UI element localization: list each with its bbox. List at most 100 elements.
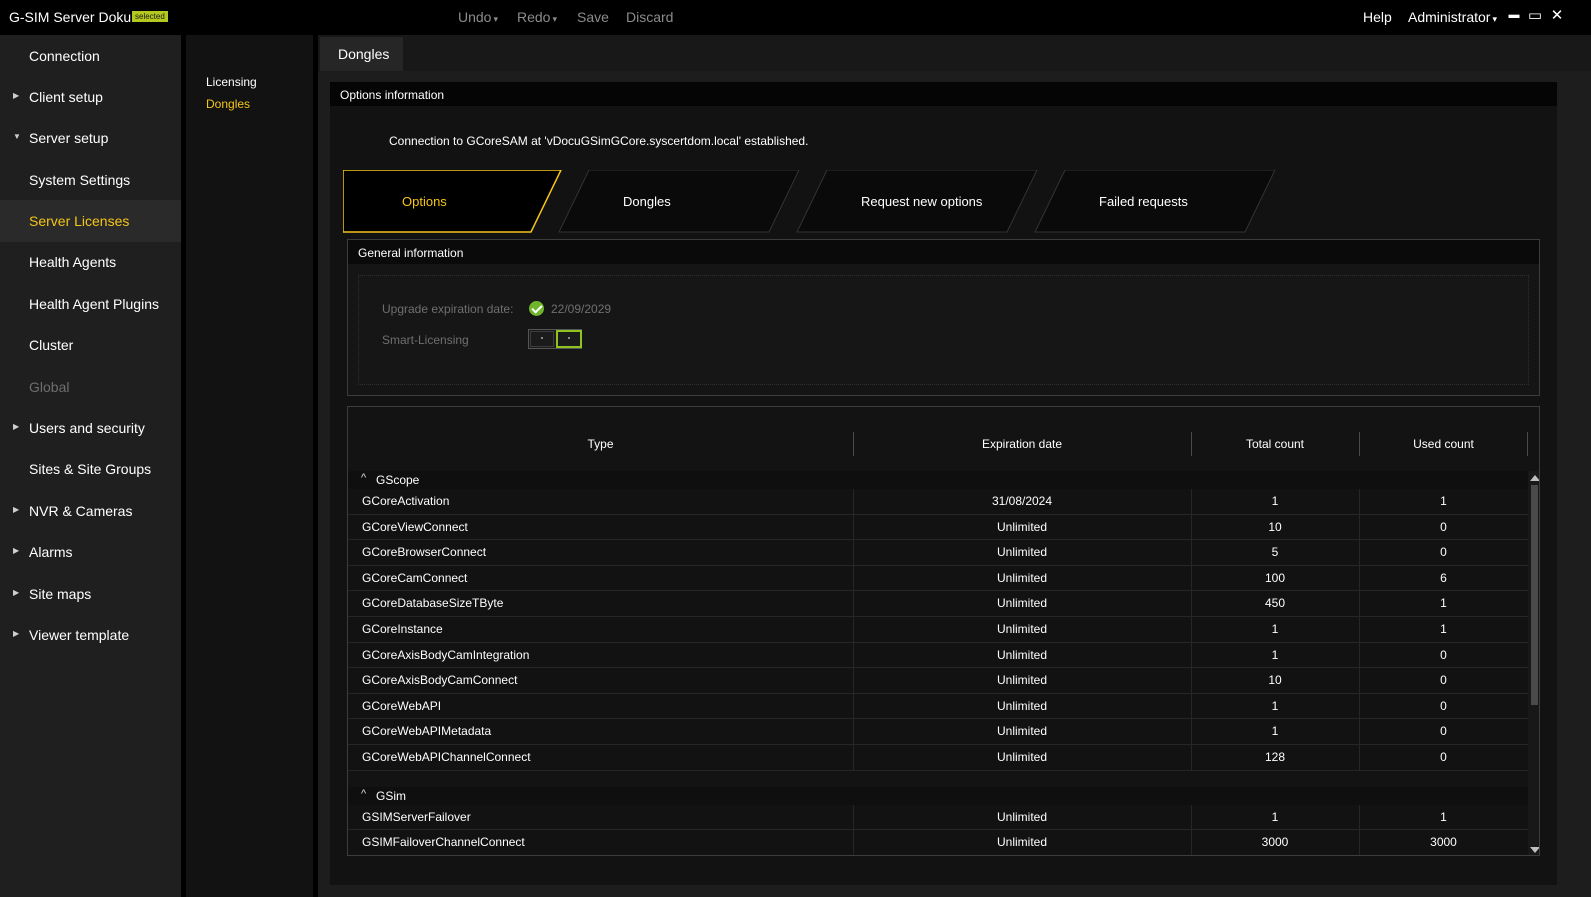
table-row[interactable]: GSIMServerFailover Unlimited 1 1 bbox=[348, 804, 1528, 831]
sidebar-item-nvr-and-cameras[interactable]: ▶ NVR & Cameras bbox=[0, 490, 181, 532]
sidebar-item-health-agents[interactable]: Health Agents bbox=[0, 241, 181, 283]
table-row[interactable]: GCoreWebAPIChannelConnect Unlimited 128 0 bbox=[348, 745, 1528, 771]
collapse-chevron-icon[interactable]: ^ bbox=[361, 472, 366, 484]
cell-used-count: 0 bbox=[1440, 673, 1447, 688]
discard-button[interactable]: Discard bbox=[626, 9, 673, 25]
group-header-gscope[interactable]: ^ GScope bbox=[348, 471, 1528, 489]
sidebar-item-server-setup[interactable]: ▼ Server setup bbox=[0, 117, 181, 159]
expand-arrow-icon[interactable]: ▶ bbox=[13, 588, 19, 597]
expand-arrow-icon[interactable]: ▶ bbox=[13, 91, 19, 100]
minimize-icon[interactable]: ▬ bbox=[1505, 9, 1523, 21]
tab-options[interactable]: Options bbox=[402, 194, 447, 209]
column-header-type[interactable]: Type bbox=[348, 437, 853, 451]
tab-options-shape[interactable] bbox=[343, 170, 562, 233]
close-icon[interactable]: ✕ bbox=[1548, 6, 1566, 24]
content-area: Dongles Options information Connection t… bbox=[318, 35, 1591, 897]
general-information-box: General information Upgrade expiration d… bbox=[347, 239, 1540, 396]
table-row[interactable]: GCoreWebAPI Unlimited 1 0 bbox=[348, 693, 1528, 720]
column-header-total-count[interactable]: Total count bbox=[1191, 437, 1359, 451]
sidebar-item-health-agent-plugins[interactable]: Health Agent Plugins bbox=[0, 283, 181, 325]
column-header-used-count[interactable]: Used count bbox=[1359, 437, 1528, 451]
tab-dongles-shape[interactable] bbox=[558, 170, 800, 233]
subnav-item-licensing[interactable]: Licensing bbox=[206, 75, 257, 89]
page-tabstrip: Dongles bbox=[318, 35, 1591, 71]
column-header-expiration-date[interactable]: Expiration date bbox=[853, 437, 1191, 451]
user-caret-icon: ▾ bbox=[1492, 14, 1497, 24]
sidebar-item-client-setup[interactable]: ▶ Client setup bbox=[0, 76, 181, 118]
table-row[interactable]: GCoreActivation 31/08/2024 1 1 bbox=[348, 489, 1528, 515]
main-sidebar: Connection ▶ Client setup ▼ Server setup S… bbox=[0, 35, 181, 897]
smart-licensing-toggle[interactable] bbox=[528, 329, 582, 349]
cell-total-count: 3000 bbox=[1261, 835, 1289, 850]
cell-total-count: 128 bbox=[1264, 750, 1286, 764]
sidebar-item-label: Users and security bbox=[29, 420, 145, 436]
table-row[interactable]: GCoreCamConnect Unlimited 100 6 bbox=[348, 565, 1528, 592]
redo-label: Redo bbox=[517, 9, 551, 25]
app-title: G-SIM Server Doku bbox=[9, 9, 132, 25]
scroll-up-icon[interactable] bbox=[1530, 475, 1539, 481]
sidebar-item-viewer-template[interactable]: ▶ Viewer template bbox=[0, 614, 181, 656]
cell-type: GCoreViewConnect bbox=[362, 519, 468, 534]
cell-type: GSIMServerFailover bbox=[362, 809, 471, 824]
cell-type: GCoreAxisBodyCamIntegration bbox=[362, 647, 530, 662]
table-row[interactable]: GCoreInstance Unlimited 1 1 bbox=[348, 617, 1528, 643]
sidebar-item-global: Global bbox=[0, 366, 181, 408]
sidebar-item-system-settings[interactable]: System Settings bbox=[0, 159, 181, 201]
cell-used-count: 6 bbox=[1440, 570, 1447, 585]
sidebar-item-users-and-security[interactable]: ▶ Users and security bbox=[0, 407, 181, 449]
undo-dropdown-icon[interactable]: ▾ bbox=[493, 14, 498, 24]
expand-arrow-icon[interactable]: ▶ bbox=[13, 629, 19, 638]
sidebar-item-alarms[interactable]: ▶ Alarms bbox=[0, 531, 181, 573]
sidebar-item-sites-and-site-groups[interactable]: Sites & Site Groups bbox=[0, 448, 181, 490]
general-information-header: General information bbox=[348, 240, 1539, 264]
sidebar-item-label: Cluster bbox=[29, 337, 74, 353]
table-row[interactable]: GCoreViewConnect Unlimited 10 0 bbox=[348, 514, 1528, 541]
tab-failed-requests[interactable]: Failed requests bbox=[1099, 194, 1188, 209]
maximize-icon[interactable]: ▭ bbox=[1526, 6, 1544, 24]
cell-used-count: 0 bbox=[1440, 545, 1447, 560]
sidebar-item-label: Alarms bbox=[29, 544, 73, 560]
sidebar-item-label: Connection bbox=[29, 48, 100, 64]
cell-total-count: 100 bbox=[1264, 570, 1286, 585]
expand-arrow-icon[interactable]: ▶ bbox=[13, 505, 19, 514]
tab-request-new-options[interactable]: Request new options bbox=[861, 194, 982, 209]
expand-arrow-icon[interactable]: ▶ bbox=[13, 422, 19, 431]
table-row[interactable]: GCoreWebAPIMetadata Unlimited 1 0 bbox=[348, 719, 1528, 745]
sidebar-item-cluster[interactable]: Cluster bbox=[0, 324, 181, 366]
redo-button[interactable]: Redo ▾ bbox=[517, 9, 557, 25]
table-row[interactable]: GSIMFailoverChannelConnect Unlimited 3000 3… bbox=[348, 830, 1528, 855]
table-header: Type Expiration date Total count Used co… bbox=[348, 407, 1528, 471]
collapse-chevron-icon[interactable]: ^ bbox=[361, 788, 366, 800]
tab-dongles[interactable]: Dongles bbox=[320, 37, 403, 71]
cell-used-count: 0 bbox=[1440, 750, 1447, 764]
scroll-down-icon[interactable] bbox=[1530, 847, 1539, 853]
upgrade-expiration-label: Upgrade expiration date: bbox=[382, 302, 514, 316]
undo-button[interactable]: Undo ▾ bbox=[458, 9, 498, 25]
cell-used-count: 0 bbox=[1440, 698, 1447, 713]
collapse-arrow-icon[interactable]: ▼ bbox=[13, 132, 21, 141]
sidebar-item-server-licenses[interactable]: Server Licenses bbox=[0, 200, 181, 242]
sidebar-item-site-maps[interactable]: ▶ Site maps bbox=[0, 573, 181, 615]
table-row[interactable]: GCoreAxisBodyCamIntegration Unlimited 1 0 bbox=[348, 642, 1528, 669]
scroll-thumb[interactable] bbox=[1531, 485, 1538, 705]
sidebar-item-connection[interactable]: Connection bbox=[0, 35, 181, 77]
subnav-item-dongles[interactable]: Dongles bbox=[206, 97, 250, 111]
table-row[interactable]: GCoreBrowserConnect Unlimited 5 0 bbox=[348, 540, 1528, 566]
cell-expiration-date: 31/08/2024 bbox=[991, 494, 1053, 508]
sidebar-item-label: Server setup bbox=[29, 130, 109, 146]
cell-total-count: 1 bbox=[1271, 809, 1279, 824]
table-scrollbar[interactable] bbox=[1528, 471, 1539, 855]
table-row[interactable]: GCoreAxisBodyCamConnect Unlimited 10 0 bbox=[348, 668, 1528, 694]
user-name: Administrator bbox=[1408, 9, 1491, 25]
table-row[interactable]: GCoreDatabaseSizeTByte Unlimited 450 1 bbox=[348, 591, 1528, 617]
help-button[interactable]: Help bbox=[1363, 9, 1392, 25]
tab-dongles-inner[interactable]: Dongles bbox=[623, 194, 671, 209]
panel-header: Options information bbox=[330, 82, 1557, 106]
column-separator[interactable] bbox=[1527, 432, 1528, 456]
group-header-gsim[interactable]: ^ GSim bbox=[348, 786, 1528, 805]
sidebar-item-label: Health Agent Plugins bbox=[29, 296, 159, 312]
user-menu[interactable]: Administrator ▾ bbox=[1408, 9, 1497, 25]
redo-dropdown-icon[interactable]: ▾ bbox=[552, 14, 557, 24]
expand-arrow-icon[interactable]: ▶ bbox=[13, 546, 19, 555]
save-button[interactable]: Save bbox=[577, 9, 609, 25]
